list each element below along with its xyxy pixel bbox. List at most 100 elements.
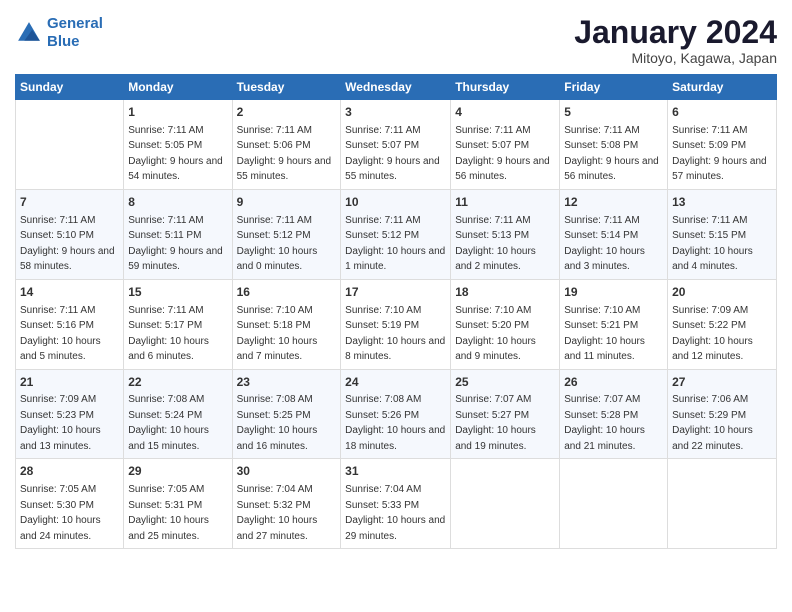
table-row: 25 Sunrise: 7:07 AMSunset: 5:27 PMDaylig… xyxy=(451,369,560,459)
table-row: 15 Sunrise: 7:11 AMSunset: 5:17 PMDaylig… xyxy=(124,279,232,369)
month-title: January 2024 xyxy=(574,15,777,50)
location: Mitoyo, Kagawa, Japan xyxy=(574,50,777,66)
table-row: 27 Sunrise: 7:06 AMSunset: 5:29 PMDaylig… xyxy=(668,369,777,459)
day-number: 24 xyxy=(345,374,446,391)
day-number: 11 xyxy=(455,194,555,211)
day-info: Sunrise: 7:11 AMSunset: 5:07 PMDaylight:… xyxy=(455,125,550,183)
day-number: 17 xyxy=(345,284,446,301)
day-info: Sunrise: 7:05 AMSunset: 5:31 PMDaylight:… xyxy=(128,484,209,542)
table-row xyxy=(16,100,124,190)
day-info: Sunrise: 7:11 AMSunset: 5:14 PMDaylight:… xyxy=(564,215,645,273)
day-number: 27 xyxy=(672,374,772,391)
day-number: 26 xyxy=(564,374,663,391)
week-row-1: 1 Sunrise: 7:11 AMSunset: 5:05 PMDayligh… xyxy=(16,100,777,190)
day-info: Sunrise: 7:08 AMSunset: 5:25 PMDaylight:… xyxy=(237,394,318,452)
day-number: 16 xyxy=(237,284,337,301)
table-row: 20 Sunrise: 7:09 AMSunset: 5:22 PMDaylig… xyxy=(668,279,777,369)
day-info: Sunrise: 7:11 AMSunset: 5:11 PMDaylight:… xyxy=(128,215,223,273)
day-info: Sunrise: 7:11 AMSunset: 5:10 PMDaylight:… xyxy=(20,215,115,273)
day-number: 13 xyxy=(672,194,772,211)
day-number: 31 xyxy=(345,463,446,480)
day-info: Sunrise: 7:11 AMSunset: 5:15 PMDaylight:… xyxy=(672,215,753,273)
logo-line1: General xyxy=(47,15,103,32)
table-row xyxy=(451,459,560,549)
table-row: 31 Sunrise: 7:04 AMSunset: 5:33 PMDaylig… xyxy=(341,459,451,549)
day-info: Sunrise: 7:09 AMSunset: 5:22 PMDaylight:… xyxy=(672,305,753,363)
title-block: January 2024 Mitoyo, Kagawa, Japan xyxy=(574,15,777,66)
day-number: 4 xyxy=(455,104,555,121)
day-info: Sunrise: 7:10 AMSunset: 5:18 PMDaylight:… xyxy=(237,305,318,363)
table-row: 24 Sunrise: 7:08 AMSunset: 5:26 PMDaylig… xyxy=(341,369,451,459)
day-info: Sunrise: 7:10 AMSunset: 5:19 PMDaylight:… xyxy=(345,305,445,363)
table-row: 12 Sunrise: 7:11 AMSunset: 5:14 PMDaylig… xyxy=(560,189,668,279)
table-row: 26 Sunrise: 7:07 AMSunset: 5:28 PMDaylig… xyxy=(560,369,668,459)
table-row: 23 Sunrise: 7:08 AMSunset: 5:25 PMDaylig… xyxy=(232,369,341,459)
table-row: 19 Sunrise: 7:10 AMSunset: 5:21 PMDaylig… xyxy=(560,279,668,369)
table-row: 30 Sunrise: 7:04 AMSunset: 5:32 PMDaylig… xyxy=(232,459,341,549)
day-info: Sunrise: 7:07 AMSunset: 5:27 PMDaylight:… xyxy=(455,394,536,452)
day-info: Sunrise: 7:11 AMSunset: 5:17 PMDaylight:… xyxy=(128,305,209,363)
day-info: Sunrise: 7:06 AMSunset: 5:29 PMDaylight:… xyxy=(672,394,753,452)
header: General Blue January 2024 Mitoyo, Kagawa… xyxy=(15,15,777,66)
table-row: 14 Sunrise: 7:11 AMSunset: 5:16 PMDaylig… xyxy=(16,279,124,369)
table-row: 6 Sunrise: 7:11 AMSunset: 5:09 PMDayligh… xyxy=(668,100,777,190)
day-number: 12 xyxy=(564,194,663,211)
table-row: 18 Sunrise: 7:10 AMSunset: 5:20 PMDaylig… xyxy=(451,279,560,369)
day-number: 8 xyxy=(128,194,227,211)
day-number: 10 xyxy=(345,194,446,211)
table-row: 16 Sunrise: 7:10 AMSunset: 5:18 PMDaylig… xyxy=(232,279,341,369)
day-info: Sunrise: 7:11 AMSunset: 5:08 PMDaylight:… xyxy=(564,125,659,183)
day-info: Sunrise: 7:04 AMSunset: 5:32 PMDaylight:… xyxy=(237,484,318,542)
day-info: Sunrise: 7:04 AMSunset: 5:33 PMDaylight:… xyxy=(345,484,445,542)
day-number: 25 xyxy=(455,374,555,391)
day-number: 19 xyxy=(564,284,663,301)
day-number: 18 xyxy=(455,284,555,301)
table-row: 28 Sunrise: 7:05 AMSunset: 5:30 PMDaylig… xyxy=(16,459,124,549)
day-number: 5 xyxy=(564,104,663,121)
table-row: 7 Sunrise: 7:11 AMSunset: 5:10 PMDayligh… xyxy=(16,189,124,279)
day-number: 29 xyxy=(128,463,227,480)
logo-line2: Blue xyxy=(47,33,80,50)
header-friday: Friday xyxy=(560,75,668,100)
day-info: Sunrise: 7:10 AMSunset: 5:20 PMDaylight:… xyxy=(455,305,536,363)
week-row-2: 7 Sunrise: 7:11 AMSunset: 5:10 PMDayligh… xyxy=(16,189,777,279)
day-info: Sunrise: 7:08 AMSunset: 5:26 PMDaylight:… xyxy=(345,394,445,452)
day-info: Sunrise: 7:09 AMSunset: 5:23 PMDaylight:… xyxy=(20,394,101,452)
day-number: 6 xyxy=(672,104,772,121)
day-info: Sunrise: 7:11 AMSunset: 5:13 PMDaylight:… xyxy=(455,215,536,273)
table-row xyxy=(560,459,668,549)
day-number: 28 xyxy=(20,463,119,480)
day-info: Sunrise: 7:11 AMSunset: 5:16 PMDaylight:… xyxy=(20,305,101,363)
table-row: 5 Sunrise: 7:11 AMSunset: 5:08 PMDayligh… xyxy=(560,100,668,190)
header-monday: Monday xyxy=(124,75,232,100)
table-row: 2 Sunrise: 7:11 AMSunset: 5:06 PMDayligh… xyxy=(232,100,341,190)
day-info: Sunrise: 7:07 AMSunset: 5:28 PMDaylight:… xyxy=(564,394,645,452)
table-row: 13 Sunrise: 7:11 AMSunset: 5:15 PMDaylig… xyxy=(668,189,777,279)
table-row: 10 Sunrise: 7:11 AMSunset: 5:12 PMDaylig… xyxy=(341,189,451,279)
day-info: Sunrise: 7:11 AMSunset: 5:07 PMDaylight:… xyxy=(345,125,440,183)
day-number: 15 xyxy=(128,284,227,301)
day-number: 21 xyxy=(20,374,119,391)
day-number: 3 xyxy=(345,104,446,121)
logo-text: General Blue xyxy=(47,15,103,51)
weekday-header-row: Sunday Monday Tuesday Wednesday Thursday… xyxy=(16,75,777,100)
day-number: 23 xyxy=(237,374,337,391)
header-sunday: Sunday xyxy=(16,75,124,100)
day-number: 7 xyxy=(20,194,119,211)
day-info: Sunrise: 7:11 AMSunset: 5:12 PMDaylight:… xyxy=(345,215,445,273)
header-saturday: Saturday xyxy=(668,75,777,100)
table-row: 21 Sunrise: 7:09 AMSunset: 5:23 PMDaylig… xyxy=(16,369,124,459)
table-row: 29 Sunrise: 7:05 AMSunset: 5:31 PMDaylig… xyxy=(124,459,232,549)
table-row: 9 Sunrise: 7:11 AMSunset: 5:12 PMDayligh… xyxy=(232,189,341,279)
day-info: Sunrise: 7:11 AMSunset: 5:06 PMDaylight:… xyxy=(237,125,332,183)
day-number: 30 xyxy=(237,463,337,480)
day-number: 14 xyxy=(20,284,119,301)
header-wednesday: Wednesday xyxy=(341,75,451,100)
calendar-table: Sunday Monday Tuesday Wednesday Thursday… xyxy=(15,74,777,549)
day-info: Sunrise: 7:11 AMSunset: 5:09 PMDaylight:… xyxy=(672,125,767,183)
table-row: 4 Sunrise: 7:11 AMSunset: 5:07 PMDayligh… xyxy=(451,100,560,190)
week-row-4: 21 Sunrise: 7:09 AMSunset: 5:23 PMDaylig… xyxy=(16,369,777,459)
day-info: Sunrise: 7:11 AMSunset: 5:12 PMDaylight:… xyxy=(237,215,318,273)
week-row-5: 28 Sunrise: 7:05 AMSunset: 5:30 PMDaylig… xyxy=(16,459,777,549)
day-info: Sunrise: 7:11 AMSunset: 5:05 PMDaylight:… xyxy=(128,125,223,183)
